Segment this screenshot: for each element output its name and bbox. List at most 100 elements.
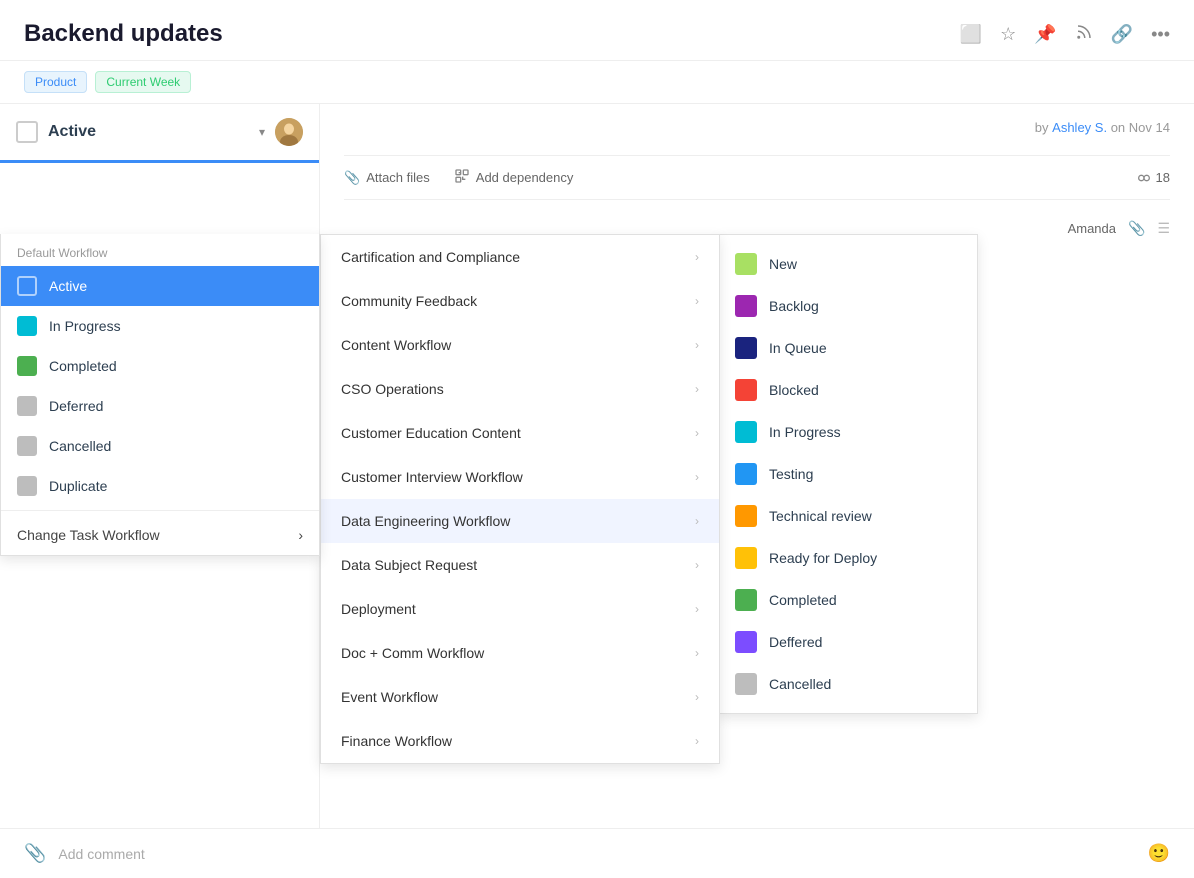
backlog-dot-icon [735,295,757,317]
list-icon: ☰ [1157,220,1170,237]
chevron-right-icon: › [695,514,699,528]
workflow-option-duplicate[interactable]: Duplicate [1,466,319,506]
chevron-right-icon: › [695,646,699,660]
status-option-new[interactable]: New [719,243,977,285]
status-option-backlog[interactable]: Backlog [719,285,977,327]
ready-for-deploy-dot-icon [735,547,757,569]
workflow-label-finance: Finance Workflow [341,733,452,749]
workflow-label-community: Community Feedback [341,293,477,309]
dropdown-arrow-icon: ▾ [259,125,265,139]
deferred-label: Deferred [49,398,103,414]
status-option-ready-for-deploy[interactable]: Ready for Deploy [719,537,977,579]
workflow-item-certification[interactable]: Cartification and Compliance › [321,235,719,279]
workflow-option-deferred[interactable]: Deferred [1,386,319,426]
change-workflow-btn[interactable]: Change Task Workflow › [1,515,319,555]
workflow-option-completed[interactable]: Completed [1,346,319,386]
workflow-label-content: Content Workflow [341,337,451,353]
assignee-name: Amanda [1068,221,1116,236]
status-testing-label: Testing [769,466,813,482]
status-option-blocked[interactable]: Blocked [719,369,977,411]
status-option-cancelled[interactable]: Cancelled [719,663,977,705]
workflow-item-finance[interactable]: Finance Workflow › [321,719,719,763]
meta-author[interactable]: Ashley S. [1052,120,1107,135]
status-option-deffered[interactable]: Deffered [719,621,977,663]
page-title: Backend updates [24,20,223,48]
status-completed-label: Completed [769,592,837,608]
status-in-queue-label: In Queue [769,340,827,356]
link-icon[interactable]: 🔗 [1111,24,1133,45]
workflow-label-doc-comm: Doc + Comm Workflow [341,645,484,661]
attach-files-label: Attach files [366,170,430,185]
star-icon[interactable]: ☆ [1000,24,1016,45]
status-backlog-label: Backlog [769,298,819,314]
workflow-label-customer-interview: Customer Interview Workflow [341,469,523,485]
duplicate-icon [17,476,37,496]
header: Backend updates ⬜ ☆ 📌 🔗 ••• [0,0,1194,61]
meta-prefix: by [1035,120,1049,135]
meta-line: by Ashley S. on Nov 14 [344,120,1170,135]
status-option-testing[interactable]: Testing [719,453,977,495]
chevron-right-icon: › [695,734,699,748]
add-dependency-btn[interactable]: Add dependency [454,168,574,187]
workflow-label-data-subject: Data Subject Request [341,557,477,573]
comment-paperclip-icon[interactable]: 📎 [24,843,46,864]
workflow-item-customer-edu[interactable]: Customer Education Content › [321,411,719,455]
calendar-icon[interactable]: ⬜ [960,24,982,45]
workflow-label-data-eng: Data Engineering Workflow [341,513,510,529]
blocked-dot-icon [735,379,757,401]
dependency-icon [454,168,470,187]
left-panel: Active ▾ Default Workflow Active [0,104,320,862]
more-icon[interactable]: ••• [1151,24,1170,45]
header-icons: ⬜ ☆ 📌 🔗 ••• [960,23,1170,46]
workflow-item-cso[interactable]: CSO Operations › [321,367,719,411]
status-label: Active [48,123,96,141]
rss-icon[interactable] [1075,23,1093,46]
status-in-progress-label: In Progress [769,424,841,440]
chevron-right-icon: › [695,250,699,264]
workflow-label-certification: Cartification and Compliance [341,249,520,265]
workflow-option-cancelled[interactable]: Cancelled [1,426,319,466]
workflow-label-deployment: Deployment [341,601,416,617]
default-workflow-label: Default Workflow [1,234,319,266]
main-area: Active ▾ Default Workflow Active [0,104,1194,862]
meta-suffix: on [1111,120,1125,135]
status-option-in-queue[interactable]: In Queue [719,327,977,369]
status-blocked-label: Blocked [769,382,819,398]
active-status-icon [17,276,37,296]
comment-input[interactable]: Add comment [58,846,1135,862]
deffered-dot-icon [735,631,757,653]
add-dependency-label: Add dependency [476,170,574,185]
workflow-item-content[interactable]: Content Workflow › [321,323,719,367]
pin-icon[interactable]: 📌 [1034,24,1056,45]
status-deffered-label: Deffered [769,634,822,650]
attach-files-btn[interactable]: 📎 Attach files [344,170,430,186]
workflow-item-event[interactable]: Event Workflow › [321,675,719,719]
workflow-item-doc-comm[interactable]: Doc + Comm Workflow › [321,631,719,675]
status-option-in-progress[interactable]: In Progress [719,411,977,453]
workflow-item-community[interactable]: Community Feedback › [321,279,719,323]
workflow-item-data-subject[interactable]: Data Subject Request › [321,543,719,587]
status-selector[interactable]: Active ▾ [0,104,319,163]
cancelled-label: Cancelled [49,438,111,454]
emoji-icon[interactable]: 🙂 [1148,843,1170,864]
tag-current-week[interactable]: Current Week [95,71,191,93]
workflow-option-active[interactable]: Active [1,266,319,306]
dropdown-menu: Default Workflow Active In Progress Comp… [0,234,320,556]
testing-dot-icon [735,463,757,485]
completed-dot-icon [735,589,757,611]
workflow-item-deployment[interactable]: Deployment › [321,587,719,631]
workflow-label-cso: CSO Operations [341,381,444,397]
count-value: 18 [1156,170,1170,185]
in-progress-label: In Progress [49,318,121,334]
chevron-right-icon: › [695,382,699,396]
workflow-option-in-progress[interactable]: In Progress [1,306,319,346]
status-option-technical-review[interactable]: Technical review [719,495,977,537]
workflow-item-data-eng[interactable]: Data Engineering Workflow › [321,499,719,543]
tag-product[interactable]: Product [24,71,87,93]
status-option-completed[interactable]: Completed [719,579,977,621]
workflow-item-customer-interview[interactable]: Customer Interview Workflow › [321,455,719,499]
status-cancelled-label: Cancelled [769,676,831,692]
app-container: Backend updates ⬜ ☆ 📌 🔗 ••• Product Curr… [0,0,1194,878]
dropdown-divider [1,510,319,511]
status-submenu: New Backlog In Queue Blocked In Progress… [718,234,978,714]
